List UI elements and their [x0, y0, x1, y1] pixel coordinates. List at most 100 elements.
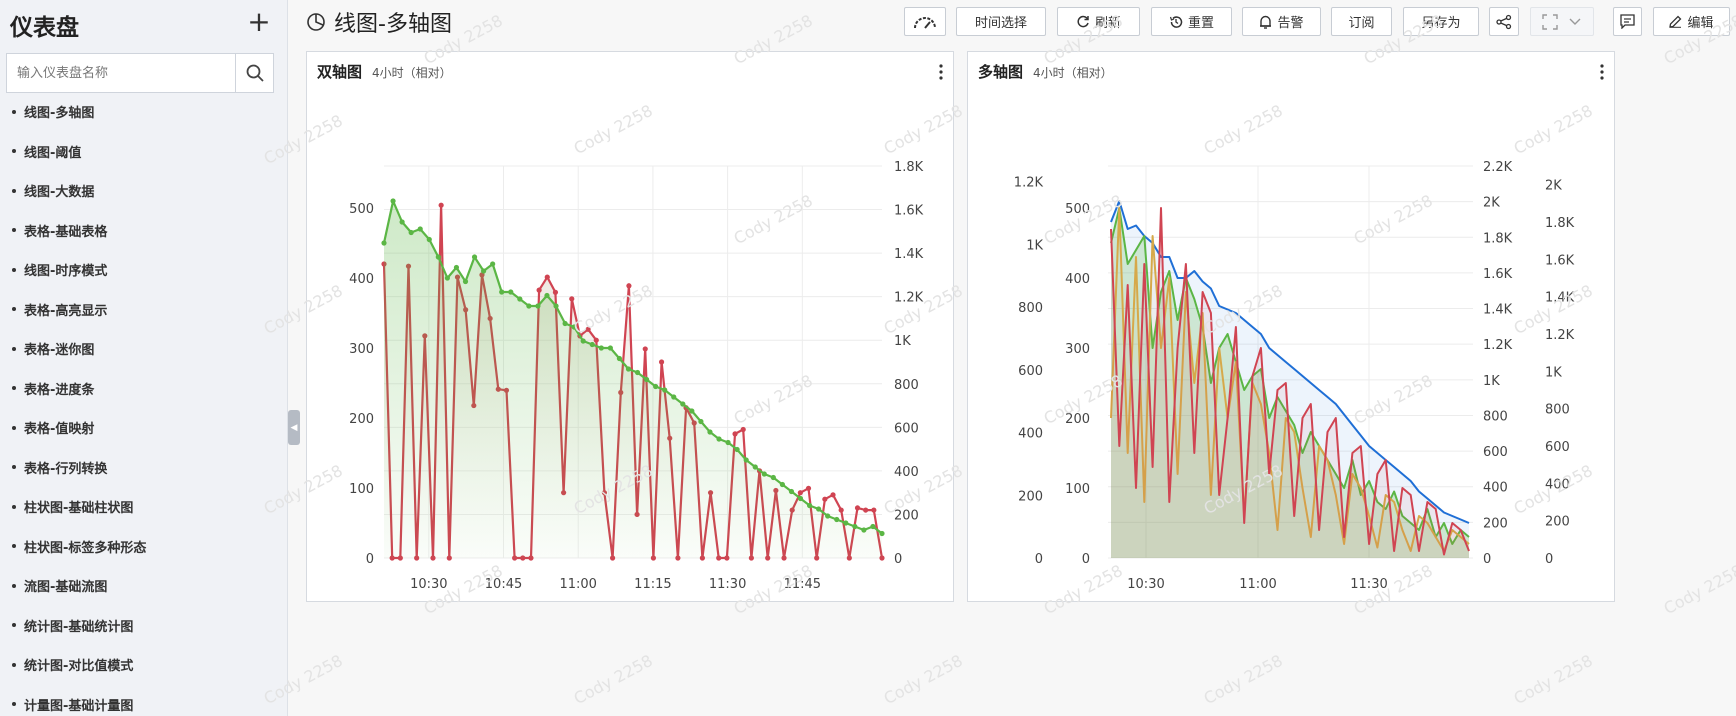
- y-right-tick-label: 600: [894, 421, 919, 436]
- pie-chart-icon: [307, 13, 325, 31]
- share-button[interactable]: [1489, 7, 1519, 36]
- sidebar-item[interactable]: 统计图-基础统计图: [0, 606, 288, 646]
- y-left-outer-tick-label: 1.2K: [1014, 176, 1044, 191]
- sidebar-item[interactable]: 统计图-对比值模式: [0, 645, 288, 685]
- right-series-point: [552, 289, 559, 295]
- sidebar-item[interactable]: 柱状图-标签多种形态: [0, 527, 288, 567]
- right-series-point: [822, 496, 828, 502]
- y-right-inner-tick-label: 400: [1483, 481, 1508, 496]
- y-right-outer-tick-label: 600: [1545, 440, 1570, 455]
- bell-icon: [1260, 15, 1272, 29]
- sidebar-item[interactable]: 表格-基础表格: [0, 211, 288, 251]
- left-series-point: [481, 268, 487, 274]
- right-series-point: [740, 426, 746, 433]
- left-series-point: [752, 464, 758, 470]
- y-left-tick-label: 500: [349, 202, 374, 217]
- y-right-outer-tick-label: 800: [1545, 403, 1570, 418]
- y-right-inner-tick-label: 0: [1483, 552, 1491, 567]
- panel-title: 双轴图: [317, 63, 363, 81]
- y-right-inner-tick-label: 600: [1483, 445, 1508, 460]
- sidebar-item[interactable]: 表格-高亮显示: [0, 290, 288, 330]
- left-series-point: [861, 527, 867, 533]
- left-series-point: [453, 264, 460, 271]
- y-right-outer-tick-label: 2K: [1545, 179, 1562, 194]
- search-input[interactable]: [7, 54, 237, 92]
- panel-time-range: 4小时（相对）: [1033, 66, 1113, 80]
- left-series-point: [734, 446, 740, 453]
- comment-button[interactable]: [1613, 7, 1642, 36]
- dual-axis-chart: 0 200 400 600 800 1K 1.2K 1.4K 1.6K 1.8K 0 100 200 30…: [349, 160, 924, 592]
- watermark: Cody 2258: [1510, 650, 1596, 709]
- refresh-icon: [1077, 15, 1089, 27]
- left-series-point: [816, 506, 822, 512]
- sidebar-item[interactable]: 线图-多轴图: [0, 92, 288, 132]
- sidebar-item[interactable]: 表格-进度条: [0, 369, 288, 409]
- x-tick-label: 11:00: [1239, 577, 1276, 592]
- left-series-point: [825, 513, 831, 519]
- page-title: 线图-多轴图: [306, 8, 452, 37]
- y-right-outer-tick-label: 1.6K: [1545, 253, 1575, 268]
- y-right-outer-tick-label: 1K: [1545, 365, 1562, 380]
- y-right-outer-tick-label: 0: [1545, 552, 1553, 567]
- panel-header: 双轴图 4小时（相对）: [317, 61, 452, 82]
- pencil-icon: [1669, 15, 1682, 28]
- sidebar-item[interactable]: 表格-值映射: [0, 408, 288, 448]
- sidebar-item[interactable]: 流图-基础流图: [0, 566, 288, 606]
- y-right-inner-tick-label: 200: [1483, 516, 1508, 531]
- sidebar-item[interactable]: 表格-行列转换: [0, 448, 288, 488]
- y-right-inner-tick-label: 800: [1483, 409, 1508, 424]
- left-series-point: [562, 320, 568, 327]
- sidebar-item[interactable]: 线图-阈值: [0, 132, 288, 172]
- left-series-point: [390, 198, 396, 204]
- left-series-point: [571, 324, 577, 330]
- time-select-label: 时间选择: [974, 16, 1027, 31]
- x-tick-label: 10:30: [1127, 577, 1164, 592]
- left-series-point: [535, 303, 541, 309]
- left-series-point: [634, 369, 641, 376]
- left-series-point: [607, 345, 613, 351]
- right-series-point: [838, 507, 844, 513]
- time-select-button[interactable]: 时间选择: [956, 7, 1046, 36]
- left-series-point: [716, 436, 722, 442]
- sidebar-item[interactable]: 柱状图-基础柱状图: [0, 487, 288, 527]
- refresh-button[interactable]: 刷新: [1057, 7, 1140, 36]
- right-series-point: [536, 287, 542, 293]
- alert-button[interactable]: 告警: [1242, 7, 1321, 36]
- speed-button[interactable]: [904, 7, 946, 36]
- left-series-point: [698, 418, 704, 425]
- search-button[interactable]: [235, 54, 273, 92]
- sidebar-item[interactable]: 计量图-基础计量图: [0, 685, 288, 716]
- x-tick-label: 11:30: [1350, 577, 1387, 592]
- right-series-point: [854, 505, 861, 511]
- more-vertical-icon[interactable]: [1596, 62, 1608, 82]
- sidebar: 仪表盘 + 线图-多轴图线图-阈值线图-大数据表格-基础表格线图-时序模式表格-…: [0, 0, 288, 716]
- sidebar-item[interactable]: 表格-迷你图: [0, 329, 288, 369]
- left-series-point: [852, 523, 858, 530]
- y-right-inner-tick-label: 1.8K: [1483, 231, 1513, 246]
- watermark: Cody 2258: [880, 650, 966, 709]
- subscribe-button[interactable]: 订阅: [1331, 7, 1392, 36]
- right-series-point: [805, 485, 812, 491]
- save-as-button[interactable]: 另存为: [1403, 7, 1479, 36]
- y-right-outer-tick-label: 1.2K: [1545, 328, 1575, 343]
- panel-title: 多轴图: [978, 63, 1024, 81]
- sidebar-item[interactable]: 线图-大数据: [0, 171, 288, 211]
- panel-time-range: 4小时（相对）: [372, 66, 452, 80]
- sidebar-collapse-handle[interactable]: ◀: [288, 410, 300, 445]
- left-series-point: [743, 457, 749, 463]
- left-series-point: [680, 401, 686, 407]
- left-series-point: [770, 474, 776, 481]
- edit-button[interactable]: 编辑: [1653, 7, 1730, 36]
- right-series-point: [871, 507, 877, 513]
- x-tick-label: 11:30: [709, 577, 746, 592]
- left-series-point: [834, 516, 840, 523]
- more-vertical-icon[interactable]: [935, 62, 947, 82]
- subscribe-label: 订阅: [1348, 16, 1375, 31]
- multi-axis-chart: 0 200 400 600 800 1K 1.2K 1.4K 1.6K 1.8K 2K 2.2K 0 20…: [1014, 160, 1575, 592]
- sidebar-item[interactable]: 线图-时序模式: [0, 250, 288, 290]
- fullscreen-dropdown[interactable]: [1530, 7, 1594, 36]
- reset-button[interactable]: 重置: [1151, 7, 1232, 36]
- y-right-outer-tick-label: 400: [1545, 477, 1570, 492]
- add-dashboard-button[interactable]: +: [244, 8, 274, 38]
- left-series-point: [499, 289, 505, 295]
